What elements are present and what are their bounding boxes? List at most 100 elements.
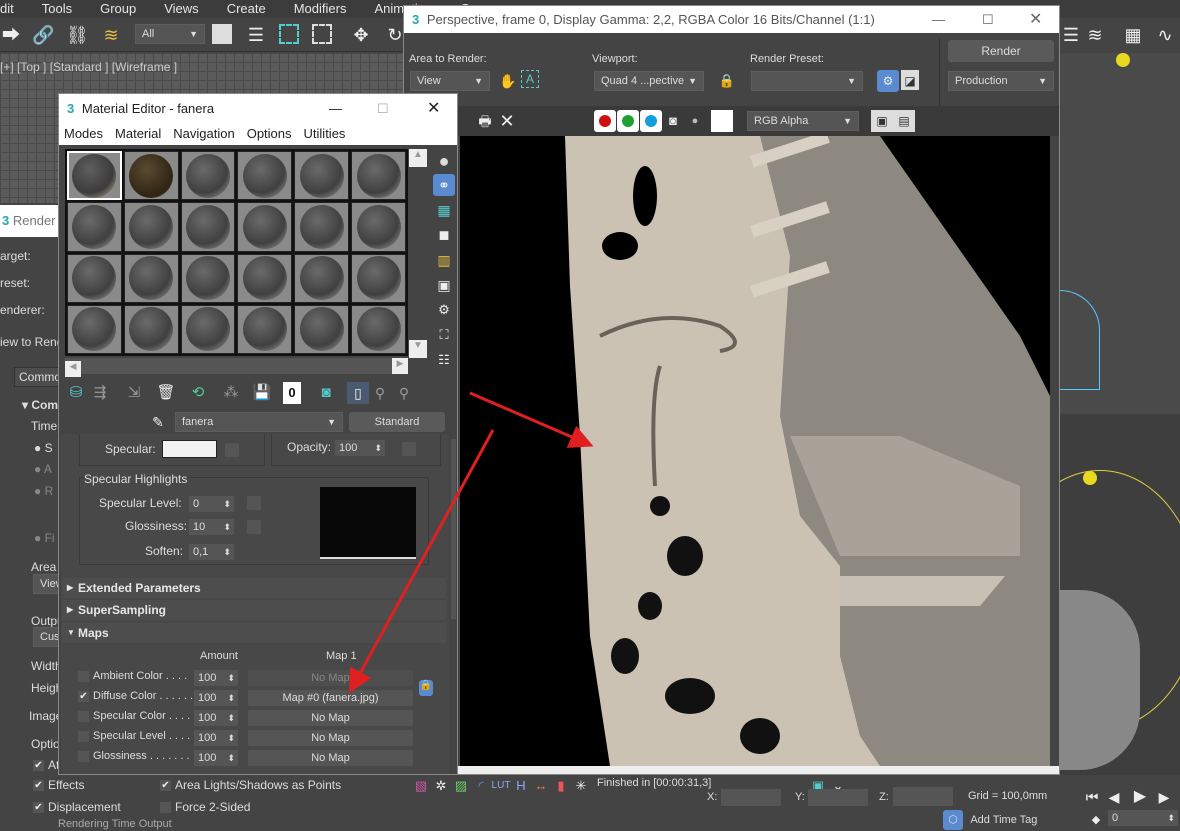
bind-spacewarp-icon[interactable]: ≋: [100, 24, 122, 46]
ambient-map-button[interactable]: No Map: [248, 670, 413, 686]
menu-material[interactable]: Material: [115, 123, 161, 145]
environment-icon[interactable]: ◪: [901, 70, 919, 90]
lut-icon[interactable]: LUT: [490, 775, 512, 797]
menu-create[interactable]: Create: [213, 0, 280, 18]
specular-color-checkbox[interactable]: [78, 710, 89, 722]
menu-options[interactable]: Options: [247, 123, 292, 145]
sample-slot[interactable]: [294, 304, 350, 354]
current-frame-spinner[interactable]: 0: [1108, 810, 1178, 826]
close-button[interactable]: ✕: [427, 94, 440, 123]
diffuse-checkbox[interactable]: ✔: [78, 690, 89, 702]
sample-slot[interactable]: [294, 202, 350, 252]
close-button[interactable]: ✕: [1029, 6, 1042, 33]
slots-horizontal-scrollbar[interactable]: ◀ ▶: [65, 358, 408, 377]
layers-icon[interactable]: ≋: [1084, 24, 1106, 46]
specular-color-swatch[interactable]: [162, 440, 217, 458]
option-displacement[interactable]: ✔ Displacement: [33, 800, 121, 814]
rollout-extended-parameters[interactable]: ▶ Extended Parameters: [62, 578, 446, 598]
blue-channel-icon[interactable]: [640, 110, 662, 132]
sample-slot[interactable]: [294, 151, 350, 201]
show-shaded-map-icon[interactable]: ◙: [315, 382, 337, 404]
specular-level-amount-spinner[interactable]: 100: [194, 730, 238, 746]
rollout-supersampling[interactable]: ▶ SuperSampling: [62, 600, 446, 620]
render-button[interactable]: Render: [948, 40, 1054, 62]
denoise-icon[interactable]: ✳: [570, 775, 592, 797]
radio-single[interactable]: ● S: [34, 441, 53, 455]
sample-slot[interactable]: [351, 151, 406, 201]
show-end-result-icon[interactable]: ▯: [347, 382, 369, 404]
swatch-icon[interactable]: [711, 110, 733, 132]
sample-slot[interactable]: [351, 304, 406, 354]
channel-dropdown[interactable]: RGB Alpha: [747, 111, 859, 131]
go-forward-sibling-icon[interactable]: ⚲: [393, 382, 415, 404]
history-icon[interactable]: H: [510, 775, 532, 797]
uv-tiling-icon[interactable]: ■: [433, 224, 455, 246]
pan-hand-icon[interactable]: ✋: [497, 70, 519, 92]
specular-color-map-button[interactable]: No Map: [248, 710, 413, 726]
curve-icon[interactable]: ◜: [470, 775, 492, 797]
backlight-icon[interactable]: ⚭: [433, 174, 455, 196]
rollout-common[interactable]: ▾ Com: [22, 398, 58, 412]
glossiness-checkbox[interactable]: [78, 750, 89, 762]
sample-slot[interactable]: [351, 253, 406, 303]
glossiness-spinner[interactable]: 10: [189, 519, 234, 535]
glossiness-map-button[interactable]: [247, 520, 261, 534]
select-by-name-icon[interactable]: ☰: [245, 24, 267, 46]
select-by-material-icon[interactable]: ⛶: [433, 324, 455, 346]
curve-editor-icon[interactable]: ∿: [1154, 24, 1176, 46]
print-icon[interactable]: 🖶: [474, 110, 496, 132]
maximize-button[interactable]: ☐: [982, 6, 994, 33]
go-to-parent-icon[interactable]: ⚲: [369, 382, 391, 404]
glossiness-amount-spinner[interactable]: 100: [194, 750, 238, 766]
toggle-ui-overlay-icon[interactable]: ▤: [893, 110, 915, 132]
put-to-scene-icon[interactable]: ⇶: [89, 382, 111, 404]
previous-frame-icon[interactable]: ◀: [1103, 786, 1125, 808]
toggle-ui-icon[interactable]: ▣: [871, 110, 893, 132]
sample-slot[interactable]: [237, 202, 293, 252]
make-preview-icon[interactable]: ▣: [433, 274, 455, 296]
render-setup-icon[interactable]: ⚙: [877, 70, 899, 92]
eyedropper-icon[interactable]: ✎: [147, 411, 169, 433]
channel-split-icon[interactable]: ▮: [550, 775, 572, 797]
viewport-label[interactable]: [+] [Top ] [Standard ] [Wireframe ]: [0, 60, 177, 74]
material-type-button[interactable]: Standard: [349, 412, 445, 432]
specular-color-amount-spinner[interactable]: 100: [194, 710, 238, 726]
ambient-checkbox[interactable]: [78, 670, 89, 682]
selection-filter-dropdown[interactable]: All: [135, 24, 205, 44]
monochrome-icon[interactable]: ●: [684, 110, 706, 132]
sample-slot[interactable]: [294, 253, 350, 303]
opacity-spinner[interactable]: 100: [335, 440, 385, 456]
sample-slot[interactable]: [123, 202, 179, 252]
sample-slot[interactable]: [67, 202, 122, 252]
minimize-button[interactable]: —: [329, 94, 342, 123]
background-icon[interactable]: ▦: [433, 199, 455, 221]
sample-slot[interactable]: [67, 253, 122, 303]
sample-slot-active[interactable]: [67, 151, 122, 201]
green-channel-icon[interactable]: [617, 110, 639, 132]
sample-slot[interactable]: [180, 253, 236, 303]
window-crossing-icon[interactable]: [312, 24, 332, 44]
specular-level-map-slot[interactable]: No Map: [248, 730, 413, 746]
radio-range[interactable]: ● R: [34, 484, 53, 498]
red-channel-icon[interactable]: [594, 110, 616, 132]
menu-group[interactable]: Group: [86, 0, 150, 18]
menu-navigation[interactable]: Navigation: [173, 123, 234, 145]
soften-spinner[interactable]: 0,1: [189, 544, 234, 560]
opacity-map-button[interactable]: [402, 442, 416, 456]
render-preset-dropdown[interactable]: [751, 71, 863, 91]
sample-slot-fanera[interactable]: [123, 151, 179, 201]
specular-level-checkbox[interactable]: [78, 730, 89, 742]
menu-utilities[interactable]: Utilities: [304, 123, 346, 145]
go-to-start-icon[interactable]: ⏮: [1081, 786, 1103, 808]
sample-slot[interactable]: [123, 253, 179, 303]
menu-modes[interactable]: Modes: [64, 123, 103, 145]
glossiness-map-slot[interactable]: No Map: [248, 750, 413, 766]
link-icon[interactable]: 🔗: [32, 24, 54, 46]
schematic-icon[interactable]: ▦: [1122, 24, 1144, 46]
render-mode-dropdown[interactable]: Production: [948, 71, 1054, 91]
sample-slot[interactable]: [67, 304, 122, 354]
save-to-library-icon[interactable]: 💾: [251, 382, 273, 404]
option-effects[interactable]: ✔ Effects: [33, 778, 84, 792]
viewport-dropdown[interactable]: Quad 4 ...pective: [594, 71, 704, 91]
diffuse-map-button[interactable]: Map #0 (fanera.jpg): [248, 690, 413, 706]
